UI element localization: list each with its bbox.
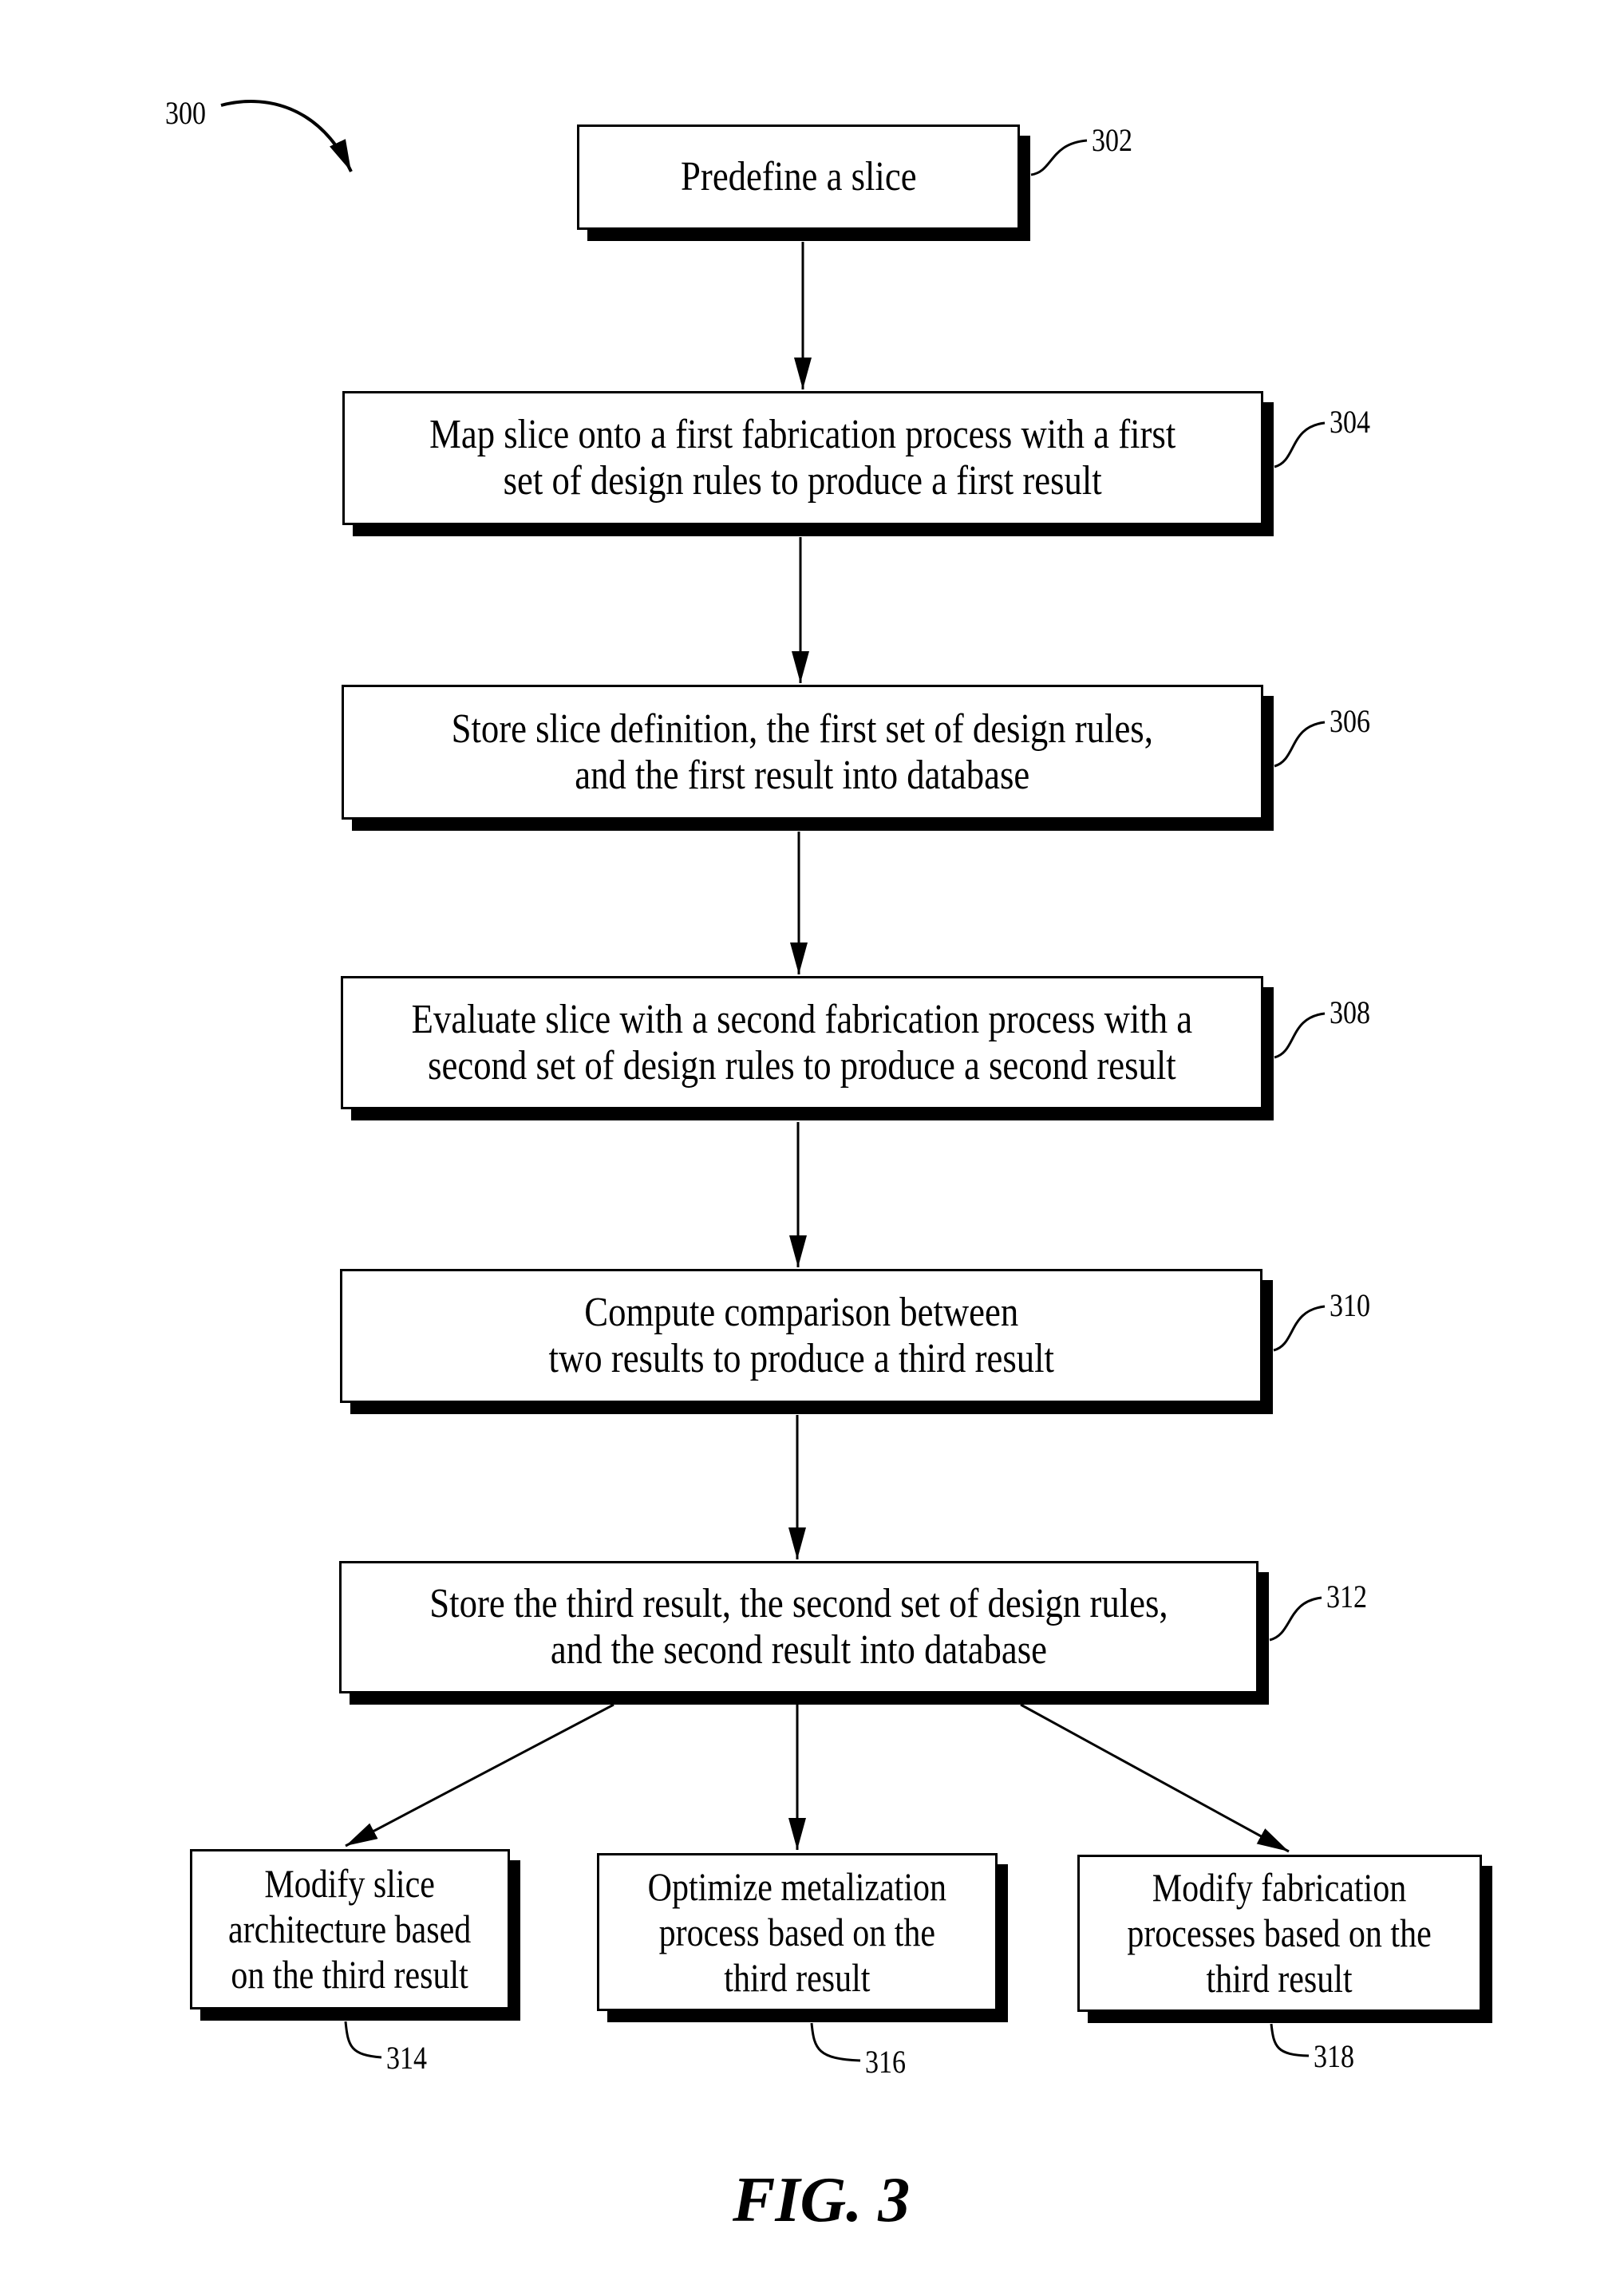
figure-reference-label: 300 <box>165 95 206 131</box>
step-box-318: Modify fabrication processes based on th… <box>1077 1855 1482 2012</box>
step-text-line: set of design rules to produce a first r… <box>503 458 1103 504</box>
step-text-line: Store slice definition, the first set of… <box>451 705 1154 752</box>
leader-308 <box>1274 1012 1326 1059</box>
ref-label-318: 318 <box>1314 2038 1354 2074</box>
ref-label-314: 314 <box>386 2040 427 2076</box>
step-text-line: second set of design rules to produce a … <box>428 1042 1176 1089</box>
step-box-310: Compute comparison between two results t… <box>340 1269 1262 1403</box>
step-text-line: Predefine a slice <box>680 154 917 200</box>
step-text-line: Evaluate slice with a second fabrication… <box>411 996 1193 1042</box>
ref-label-312: 312 <box>1326 1579 1367 1614</box>
step-box-306: Store slice definition, the first set of… <box>342 685 1263 820</box>
step-box-304: Map slice onto a first fabrication proce… <box>342 391 1263 525</box>
step-box-308: Evaluate slice with a second fabrication… <box>341 976 1263 1109</box>
step-text: Map slice onto a first fabrication proce… <box>429 412 1176 504</box>
leader-318 <box>1270 2023 1310 2057</box>
figure-caption: FIG. 3 <box>733 2165 911 2235</box>
step-text-line: Modify slice <box>264 1861 436 1906</box>
ref-label-310: 310 <box>1330 1287 1370 1323</box>
leader-312 <box>1269 1596 1322 1642</box>
step-text-line: third result <box>1206 1956 1353 2001</box>
leader-302 <box>1030 139 1088 176</box>
step-text-line: Compute comparison between <box>584 1290 1018 1335</box>
step-text-line: on the third result <box>231 1952 469 1997</box>
leader-314 <box>344 2021 382 2059</box>
step-text-line: third result <box>724 1954 871 2000</box>
step-box-302: Predefine a slice <box>577 124 1020 230</box>
ref-label-302: 302 <box>1092 122 1132 158</box>
step-text-line: process based on the <box>658 1909 936 1954</box>
step-text-line: Store the third result, the second set o… <box>429 1581 1168 1626</box>
leader-306 <box>1274 721 1326 768</box>
step-text-line: Map slice onto a first fabrication proce… <box>429 412 1176 457</box>
ref-label-304: 304 <box>1330 404 1370 440</box>
step-text-line: architecture based <box>228 1907 472 1951</box>
step-text-line: and the second result into database <box>550 1627 1048 1673</box>
step-text: Compute comparison between two results t… <box>548 1290 1053 1382</box>
step-text: Evaluate slice with a second fabrication… <box>412 997 1193 1089</box>
step-text: Store slice definition, the first set of… <box>452 706 1153 799</box>
step-text-line: and the first result into database <box>575 752 1030 798</box>
figure-pointer-arrow <box>220 100 353 172</box>
step-box-312: Store the third result, the second set o… <box>339 1561 1259 1693</box>
step-text-line: processes based on the <box>1127 1911 1432 1955</box>
step-text: Predefine a slice <box>681 154 917 200</box>
leader-316 <box>810 2022 861 2062</box>
flowchart-figure: 300 Predefine a slice 302 Map slice onto… <box>0 0 1624 2292</box>
arrow-312-318 <box>1020 1703 1290 1853</box>
ref-label-308: 308 <box>1330 994 1370 1030</box>
step-text: Modify fabrication processes based on th… <box>1128 1865 1432 2002</box>
arrow-312-314 <box>345 1703 614 1847</box>
step-box-314: Modify slice architecture based on the t… <box>190 1849 510 2009</box>
ref-label-316: 316 <box>865 2044 906 2080</box>
leader-310 <box>1273 1305 1326 1352</box>
step-text-line: Optimize metalization <box>647 1863 947 1909</box>
leader-304 <box>1274 421 1326 468</box>
step-text-line: Modify fabrication <box>1152 1865 1407 1910</box>
step-text: Optimize metalization process based on t… <box>648 1864 946 2001</box>
step-box-316: Optimize metalization process based on t… <box>597 1853 998 2011</box>
step-text: Modify slice architecture based on the t… <box>228 1861 471 1998</box>
ref-label-306: 306 <box>1330 703 1370 739</box>
step-text-line: two results to produce a third result <box>548 1336 1054 1381</box>
step-text: Store the third result, the second set o… <box>429 1581 1168 1674</box>
